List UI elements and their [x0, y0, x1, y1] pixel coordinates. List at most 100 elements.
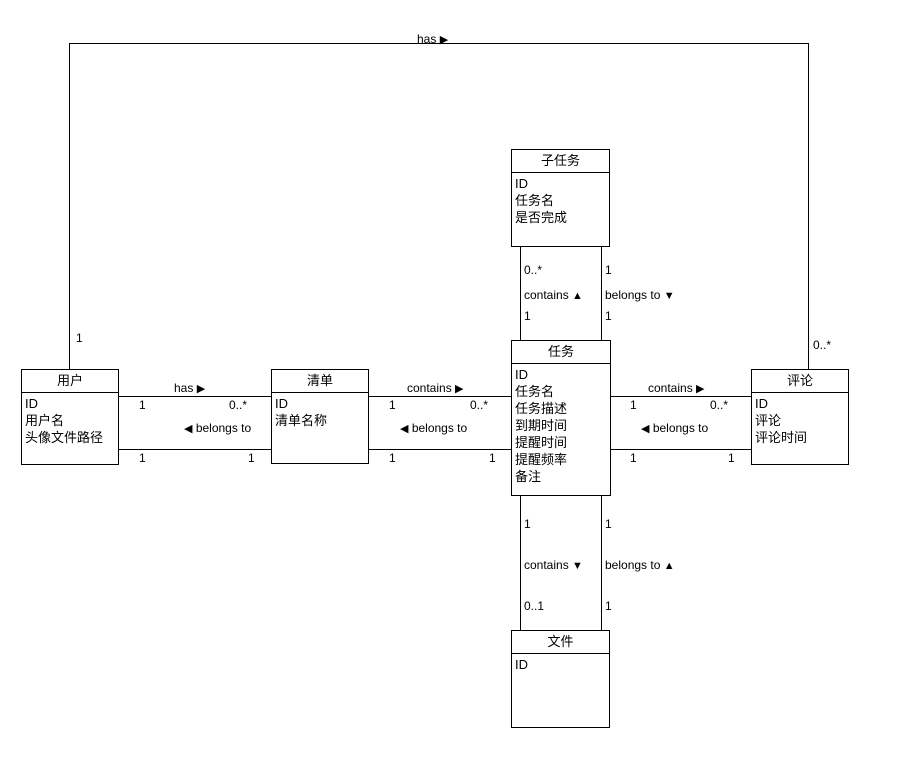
edge-task-belongs-list-line — [369, 449, 512, 450]
attribute-item: 是否完成 — [515, 210, 568, 225]
edge-label-text: belongs to — [195, 421, 252, 435]
edge-comment-belongs-task-line — [611, 449, 752, 450]
mult-subtask-contains-top: 0..* — [524, 263, 543, 277]
arrow-down-icon: ▼ — [572, 560, 583, 572]
mult-task-contains-comment-right: 0..* — [710, 398, 729, 412]
entity-list-title: 清单 — [272, 370, 368, 393]
entity-list-attributes: ID 清单名称 — [272, 393, 368, 429]
arrow-left-icon: ◀ — [400, 423, 409, 435]
entity-task[interactable]: 任务 ID 任务名 任务描述 到期时间 提醒时间 提醒频率 备注 — [511, 340, 611, 496]
entity-subtask-attributes: ID 任务名 是否完成 — [512, 173, 609, 226]
mult-task-belongs-list-right: 1 — [489, 451, 496, 465]
edge-subtask-belongs-task-line — [601, 247, 602, 340]
attribute-item: 任务名 — [515, 384, 555, 399]
mult-comment-top: 0..* — [813, 338, 832, 352]
mult-comment-belongs-task-left: 1 — [630, 451, 637, 465]
edge-label-text: belongs to — [605, 558, 661, 572]
arrow-up-icon: ▲ — [572, 290, 583, 302]
arrow-right-icon: ▶ — [196, 383, 206, 395]
entity-task-attributes: ID 任务名 任务描述 到期时间 提醒时间 提醒频率 备注 — [512, 364, 610, 485]
edge-user-list-has-line — [119, 396, 271, 397]
edge-label-text: contains — [524, 288, 569, 302]
mult-comment-belongs-task-right: 1 — [728, 451, 735, 465]
mult-file-contains-bottom: 0..1 — [524, 599, 545, 613]
arrow-left-icon: ◀ — [184, 423, 193, 435]
edge-task-contains-subtask-line — [520, 247, 521, 340]
edge-label-text: contains — [407, 381, 452, 395]
entity-subtask-title: 子任务 — [512, 150, 609, 173]
entity-comment[interactable]: 评论 ID 评论 评论时间 — [751, 369, 849, 465]
mult-list-contains-left: 1 — [389, 398, 396, 412]
mult-subtask-belongs-top: 1 — [605, 263, 612, 277]
arrow-down-icon: ▼ — [663, 290, 675, 302]
edge-label-text: contains — [524, 558, 569, 572]
mult-task-belongs-list-left: 1 — [389, 451, 396, 465]
attribute-item: 用户名 — [25, 413, 65, 428]
entity-subtask[interactable]: 子任务 ID 任务名 是否完成 — [511, 149, 610, 247]
mult-file-belongs-bottom: 1 — [605, 599, 612, 613]
mult-task-contains-comment-left: 1 — [630, 398, 637, 412]
entity-comment-title: 评论 — [752, 370, 848, 393]
edge-label-text: has — [417, 32, 437, 46]
diagram-canvas: has ▶ 1 0..* 用户 ID 用户名 头像文件路径 清单 ID 清单名称… — [0, 0, 909, 769]
attribute-item: ID — [755, 396, 768, 411]
entity-task-title: 任务 — [512, 341, 610, 364]
attribute-item: 评论 — [755, 413, 782, 428]
entity-user[interactable]: 用户 ID 用户名 头像文件路径 — [21, 369, 119, 465]
edge-list-belongs-user-line — [119, 449, 271, 450]
edge-label-list-belongs-to-user: ◀ belongs to — [184, 422, 251, 435]
edge-label-task-contains-subtask: contains ▲ — [524, 289, 583, 302]
entity-user-title: 用户 — [22, 370, 118, 393]
mult-list-belongs-right: 1 — [248, 451, 255, 465]
edge-label-task-contains-file: contains ▼ — [524, 559, 583, 572]
attribute-item: 头像文件路径 — [25, 430, 104, 445]
edge-list-contains-task-line — [369, 396, 512, 397]
edge-task-contains-comment-line — [611, 396, 752, 397]
arrow-right-icon: ▶ — [439, 34, 449, 46]
attribute-item: 清单名称 — [275, 413, 328, 428]
attribute-item: ID — [515, 657, 528, 672]
mult-user-list-has-left: 1 — [139, 398, 146, 412]
edge-user-comment-right-segment — [808, 43, 809, 370]
attribute-item: 备注 — [515, 469, 542, 484]
attribute-item: 提醒频率 — [515, 452, 568, 467]
arrow-left-icon: ◀ — [641, 423, 650, 435]
edge-label-text: contains — [648, 381, 693, 395]
attribute-item: ID — [515, 367, 528, 382]
entity-comment-attributes: ID 评论 评论时间 — [752, 393, 848, 446]
attribute-item: 到期时间 — [515, 418, 568, 433]
edge-task-contains-file-line — [520, 496, 521, 630]
edge-user-comment-left-segment — [69, 43, 70, 370]
edge-label-text: belongs to — [652, 421, 709, 435]
entity-file[interactable]: 文件 ID — [511, 630, 610, 728]
edge-label-task-belongs-to-list: ◀ belongs to — [400, 422, 467, 435]
attribute-item: ID — [515, 176, 528, 191]
edge-label-subtask-belongs-to-task: belongs to ▼ — [605, 289, 675, 302]
edge-label-text: belongs to — [411, 421, 468, 435]
arrow-up-icon: ▲ — [663, 560, 675, 572]
mult-file-belongs-top: 1 — [605, 517, 612, 531]
mult-subtask-contains-bottom: 1 — [524, 309, 531, 323]
attribute-item: 任务名 — [515, 193, 555, 208]
entity-user-attributes: ID 用户名 头像文件路径 — [22, 393, 118, 446]
entity-list[interactable]: 清单 ID 清单名称 — [271, 369, 369, 464]
edge-label-comment-belongs-to-task: ◀ belongs to — [641, 422, 708, 435]
mult-subtask-belongs-bottom: 1 — [605, 309, 612, 323]
attribute-item: ID — [25, 396, 38, 411]
attribute-item: ID — [275, 396, 288, 411]
attribute-item: 提醒时间 — [515, 435, 568, 450]
edge-label-user-has-list: has ▶ — [174, 382, 205, 395]
arrow-right-icon: ▶ — [696, 383, 705, 395]
edge-file-belongs-task-line — [601, 496, 602, 630]
entity-file-attributes: ID — [512, 654, 609, 673]
edge-label-list-contains-task: contains ▶ — [407, 382, 464, 395]
mult-list-belongs-left: 1 — [139, 451, 146, 465]
edge-label-text: belongs to — [605, 288, 661, 302]
entity-file-title: 文件 — [512, 631, 609, 654]
edge-label-text: has — [174, 381, 194, 395]
mult-user-list-has-right: 0..* — [229, 398, 248, 412]
edge-label-file-belongs-to-task: belongs to ▲ — [605, 559, 675, 572]
arrow-right-icon: ▶ — [455, 383, 464, 395]
edge-label-task-contains-comment: contains ▶ — [648, 382, 705, 395]
attribute-item: 任务描述 — [515, 401, 568, 416]
